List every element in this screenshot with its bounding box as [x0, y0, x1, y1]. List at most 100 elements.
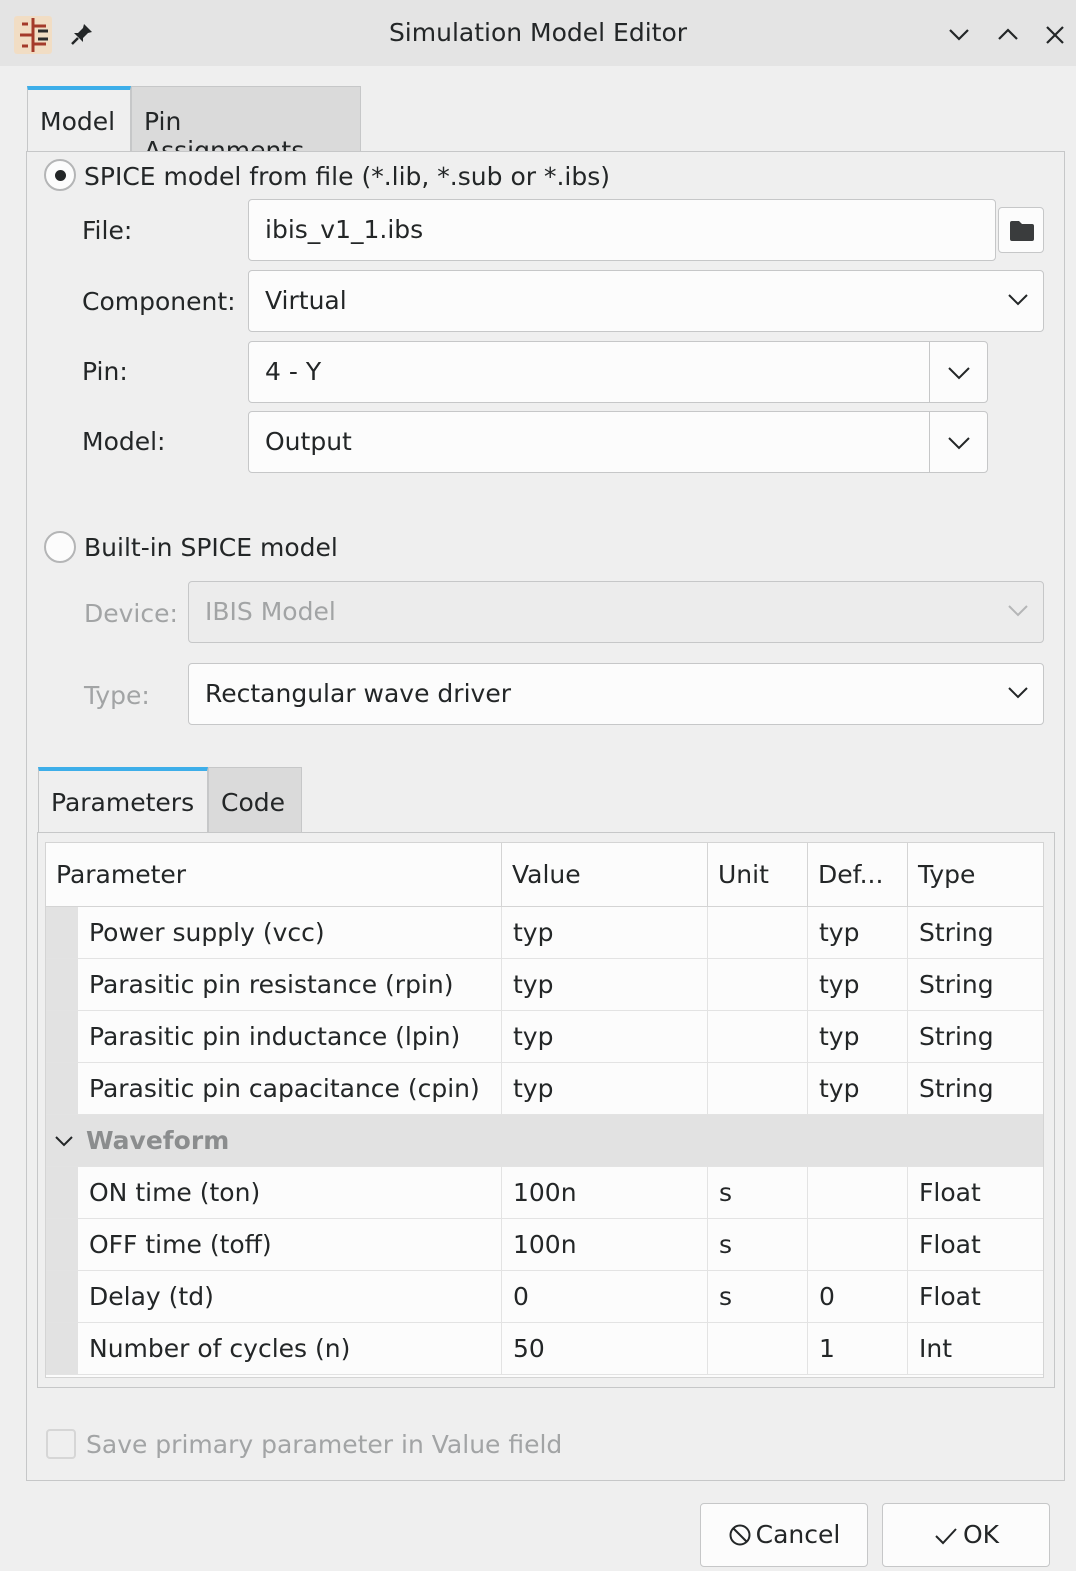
tab-model[interactable]: Model: [27, 86, 131, 152]
table-row[interactable]: Power supply (vcc) typ typ String: [46, 907, 1043, 959]
group-row-waveform[interactable]: Waveform: [46, 1115, 1043, 1167]
tab-code[interactable]: Code: [208, 767, 302, 833]
component-select[interactable]: Virtual: [248, 270, 1044, 332]
parameters-table: Parameter Value Unit Def... Type Power s…: [45, 842, 1044, 1378]
pin-combobox[interactable]: 4 - Y: [248, 341, 988, 403]
param-value[interactable]: 0: [502, 1271, 708, 1323]
close-icon[interactable]: [1040, 20, 1070, 50]
param-value[interactable]: 100n: [502, 1219, 708, 1271]
chevron-down-icon: [1008, 294, 1028, 306]
row-gutter: [46, 1063, 78, 1114]
model-combobox[interactable]: Output: [248, 411, 988, 473]
cancel-button-label: Cancel: [755, 1520, 841, 1549]
param-value[interactable]: typ: [502, 1063, 708, 1115]
device-select[interactable]: IBIS Model: [188, 581, 1044, 643]
chevron-down-icon[interactable]: [54, 1135, 74, 1147]
tab-pin-assignments[interactable]: Pin Assignments: [131, 86, 361, 165]
row-gutter: [46, 1219, 78, 1270]
save-primary-checkbox[interactable]: [46, 1429, 76, 1459]
column-header-value[interactable]: Value: [502, 843, 708, 907]
param-name: Delay (td): [78, 1271, 502, 1323]
type-select-value: Rectangular wave driver: [205, 679, 511, 708]
param-type: Float: [919, 1178, 981, 1207]
cancel-icon: [729, 1524, 751, 1546]
param-default: [808, 1167, 908, 1219]
type-select[interactable]: Rectangular wave driver: [188, 663, 1044, 725]
param-name: Number of cycles (n): [78, 1323, 502, 1375]
tab-model-label: Model: [40, 107, 116, 136]
param-type: String: [919, 1074, 994, 1103]
param-value[interactable]: typ: [502, 959, 708, 1011]
component-select-value: Virtual: [265, 286, 347, 315]
param-unit: [708, 907, 808, 959]
column-header-unit[interactable]: Unit: [708, 843, 808, 907]
param-default: 1: [808, 1323, 908, 1375]
chevron-down-icon: [1008, 687, 1028, 699]
table-header: Parameter Value Unit Def... Type: [46, 843, 1043, 907]
tab-parameters[interactable]: Parameters: [38, 767, 208, 833]
pin-combobox-value: 4 - Y: [265, 357, 322, 386]
param-name: Parasitic pin capacitance (cpin): [78, 1063, 502, 1115]
table-row[interactable]: OFF time (toff) 100n s Float: [46, 1219, 1043, 1271]
browse-button[interactable]: [998, 207, 1044, 253]
param-unit: [708, 1063, 808, 1115]
file-input[interactable]: ibis_v1_1.ibs: [248, 199, 996, 261]
builtin-model-radio[interactable]: [44, 531, 76, 563]
table-row[interactable]: Parasitic pin capacitance (cpin) typ typ…: [46, 1063, 1043, 1115]
column-header-parameter[interactable]: Parameter: [46, 843, 502, 907]
model-combobox-value: Output: [265, 427, 352, 456]
spice-file-radio[interactable]: [44, 159, 76, 191]
param-default: [808, 1219, 908, 1271]
chevron-down-icon: [948, 437, 970, 450]
param-default: 0: [808, 1271, 908, 1323]
table-row[interactable]: Parasitic pin inductance (lpin) typ typ …: [46, 1011, 1043, 1063]
row-gutter: [46, 959, 78, 1010]
param-default: typ: [808, 907, 908, 959]
column-header-type[interactable]: Type: [908, 843, 1045, 907]
param-value[interactable]: 100n: [502, 1167, 708, 1219]
param-type: Float: [919, 1282, 981, 1311]
chevron-down-icon: [948, 367, 970, 380]
title-bar: Simulation Model Editor: [0, 0, 1076, 66]
param-type: String: [919, 918, 994, 947]
param-value[interactable]: typ: [502, 907, 708, 959]
chevron-up-icon[interactable]: [993, 20, 1023, 50]
param-type: String: [919, 970, 994, 999]
pin-label: Pin:: [82, 357, 128, 386]
save-primary-label: Save primary parameter in Value field: [86, 1430, 563, 1459]
ok-button[interactable]: OK: [882, 1503, 1050, 1567]
table-row[interactable]: ON time (ton) 100n s Float: [46, 1167, 1043, 1219]
pin-dropdown-button[interactable]: [929, 342, 987, 402]
param-unit: s: [708, 1167, 808, 1219]
table-row[interactable]: Parasitic pin resistance (rpin) typ typ …: [46, 959, 1043, 1011]
type-label: Type:: [84, 681, 150, 710]
param-name: Power supply (vcc): [78, 907, 502, 959]
row-gutter: [46, 1271, 78, 1322]
column-header-default[interactable]: Def...: [808, 843, 908, 907]
param-unit: [708, 1011, 808, 1063]
builtin-model-radio-label: Built-in SPICE model: [84, 533, 338, 562]
table-row[interactable]: Delay (td) 0 s 0 Float: [46, 1271, 1043, 1323]
component-label: Component:: [82, 287, 236, 316]
tab-code-label: Code: [221, 788, 286, 817]
param-unit: s: [708, 1219, 808, 1271]
group-label: Waveform: [86, 1126, 230, 1155]
param-name: ON time (ton): [78, 1167, 502, 1219]
table-row[interactable]: Number of cycles (n) 50 1 Int: [46, 1323, 1043, 1375]
cancel-button[interactable]: Cancel: [700, 1503, 868, 1567]
param-value[interactable]: typ: [502, 1011, 708, 1063]
device-select-value: IBIS Model: [205, 597, 336, 626]
checkmark-icon: [935, 1528, 957, 1545]
device-label: Device:: [84, 599, 178, 628]
param-name: Parasitic pin resistance (rpin): [78, 959, 502, 1011]
model-dropdown-button[interactable]: [929, 412, 987, 472]
folder-icon: [1010, 221, 1034, 241]
chevron-down-icon: [1008, 605, 1028, 617]
row-gutter: [46, 1167, 78, 1218]
param-type: String: [919, 1022, 994, 1051]
spice-file-radio-label: SPICE model from file (*.lib, *.sub or *…: [84, 162, 611, 191]
chevron-down-icon[interactable]: [944, 20, 974, 50]
param-value[interactable]: 50: [502, 1323, 708, 1375]
param-default: typ: [808, 1063, 908, 1115]
tab-parameters-label: Parameters: [51, 788, 195, 817]
